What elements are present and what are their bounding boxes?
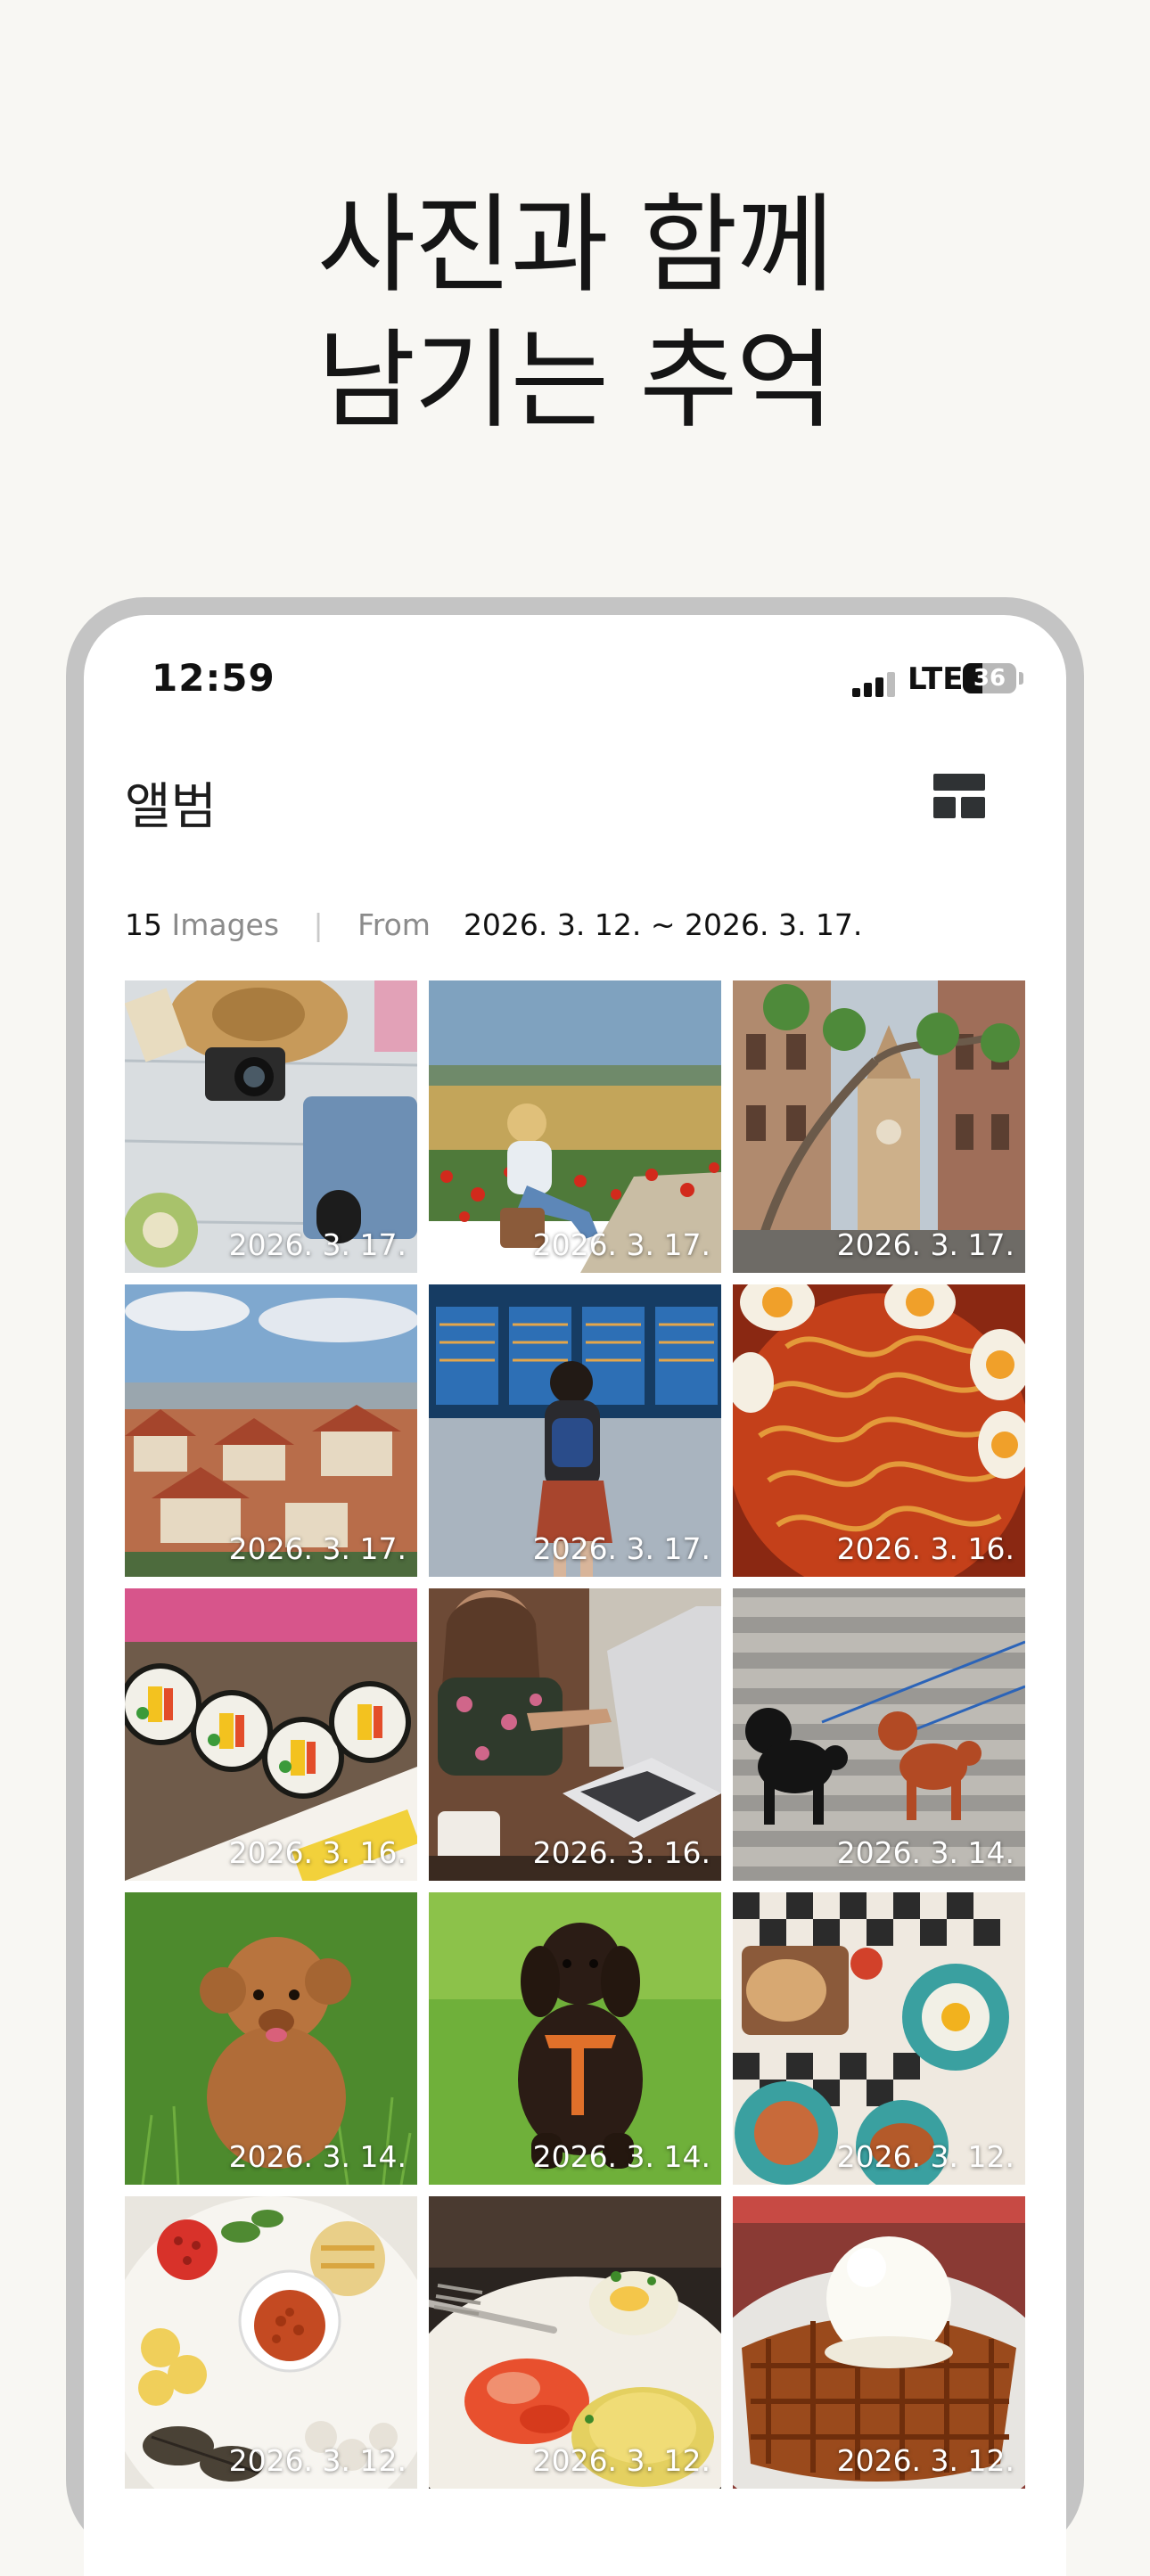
photo-tile-5[interactable]: 2026. 3. 17. xyxy=(429,1284,721,1577)
headline-line-1: 사진과 함께 xyxy=(316,184,834,308)
headline-line-2: 남기는 추억 xyxy=(316,319,834,443)
network-type: LTE xyxy=(908,661,964,697)
photo-date: 2026. 3. 17. xyxy=(228,1227,407,1262)
photo-tile-9[interactable]: 2026. 3. 14. xyxy=(733,1588,1025,1881)
photo-date: 2026. 3. 12. xyxy=(228,2443,407,2478)
image-count-label: Images xyxy=(171,907,280,942)
status-time: 12:59 xyxy=(152,656,275,700)
photo-date: 2026. 3. 16. xyxy=(228,1835,407,1870)
image-count: 15 xyxy=(125,907,162,942)
date-range: 2026. 3. 12. ~ 2026. 3. 17. xyxy=(463,907,863,942)
battery-tip xyxy=(1019,672,1023,685)
summary-divider: | xyxy=(313,907,324,942)
photo-date: 2026. 3. 17. xyxy=(836,1227,1014,1262)
photo-date: 2026. 3. 17. xyxy=(532,1227,711,1262)
photo-tile-12[interactable]: 2026. 3. 12. xyxy=(733,1892,1025,2185)
phone-screen: 12:59 LTE 36 앨범 15 Images | From 2026. 3… xyxy=(84,615,1066,2576)
headline: 사진과 함께 남기는 추억 xyxy=(0,178,1150,449)
layout-toggle-button[interactable] xyxy=(931,771,988,821)
photo-tile-3[interactable]: 2026. 3. 17. xyxy=(733,980,1025,1273)
photo-date: 2026. 3. 14. xyxy=(836,1835,1014,1870)
from-label: From xyxy=(357,907,431,942)
photo-date: 2026. 3. 16. xyxy=(836,1531,1014,1566)
photo-tile-7[interactable]: 2026. 3. 16. xyxy=(125,1588,417,1881)
photo-tile-15[interactable]: 2026. 3. 12. xyxy=(733,2196,1025,2489)
photo-date: 2026. 3. 12. xyxy=(532,2443,711,2478)
photo-tile-8[interactable]: 2026. 3. 16. xyxy=(429,1588,721,1881)
status-bar: 12:59 LTE 36 xyxy=(84,615,1066,713)
photo-date: 2026. 3. 12. xyxy=(836,2443,1014,2478)
layout-grid-icon xyxy=(933,774,985,818)
photo-date: 2026. 3. 12. xyxy=(836,2139,1014,2174)
phone-frame: 12:59 LTE 36 앨범 15 Images | From 2026. 3… xyxy=(66,597,1084,2576)
photo-date: 2026. 3. 17. xyxy=(532,1531,711,1566)
photo-tile-2[interactable]: 2026. 3. 17. xyxy=(429,980,721,1273)
album-title: 앨범 xyxy=(125,778,218,836)
battery-percent: 36 xyxy=(973,665,1006,692)
album-summary: 15 Images | From 2026. 3. 12. ~ 2026. 3.… xyxy=(125,907,862,952)
photo-date: 2026. 3. 17. xyxy=(228,1531,407,1566)
photo-date: 2026. 3. 16. xyxy=(532,1835,711,1870)
photo-tile-11[interactable]: 2026. 3. 14. xyxy=(429,1892,721,2185)
photo-date: 2026. 3. 14. xyxy=(532,2139,711,2174)
photo-tile-13[interactable]: 2026. 3. 12. xyxy=(125,2196,417,2489)
photo-date: 2026. 3. 14. xyxy=(228,2139,407,2174)
battery-icon: 36 xyxy=(963,663,1016,693)
photo-tile-1[interactable]: 2026. 3. 17. xyxy=(125,980,417,1273)
photo-tile-6[interactable]: 2026. 3. 16. xyxy=(733,1284,1025,1577)
photo-tile-10[interactable]: 2026. 3. 14. xyxy=(125,1892,417,2185)
signal-strength-icon xyxy=(852,670,899,697)
photo-tile-14[interactable]: 2026. 3. 12. xyxy=(429,2196,721,2489)
photo-tile-4[interactable]: 2026. 3. 17. xyxy=(125,1284,417,1577)
